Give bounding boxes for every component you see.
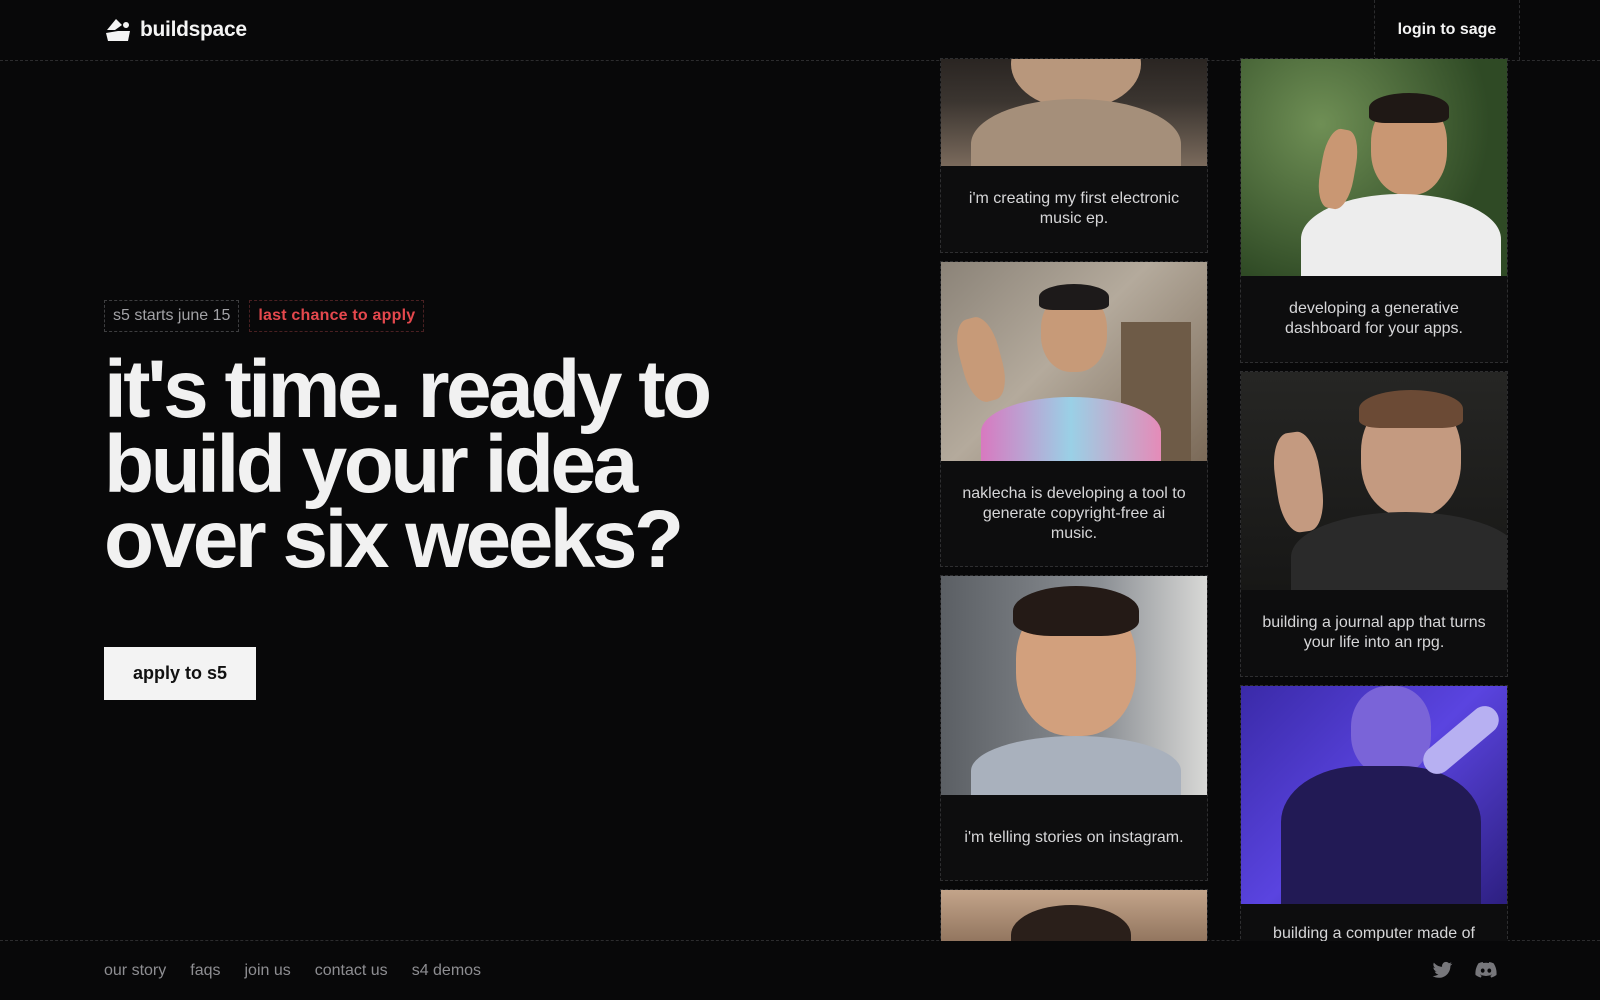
story-photo	[941, 262, 1207, 461]
story-caption: building a journal app that turns your l…	[1262, 614, 1486, 651]
story-card-dashboard[interactable]: developing a generative dashboard for yo…	[1240, 58, 1508, 363]
story-card-music[interactable]: i'm creating my first electronic music e…	[940, 58, 1208, 253]
footer-link-faqs[interactable]: faqs	[190, 962, 220, 980]
story-photo	[941, 576, 1207, 795]
story-card-partial[interactable]	[940, 889, 1208, 949]
story-photo	[941, 59, 1207, 166]
last-chance-tag: last chance to apply	[249, 300, 425, 332]
start-date-tag: s5 starts june 15	[104, 300, 240, 332]
story-photo	[1241, 372, 1507, 590]
brand-name: buildspace	[140, 18, 247, 41]
story-photo	[1241, 59, 1507, 276]
footer-link-join-us[interactable]: join us	[245, 962, 291, 980]
apply-button[interactable]: apply to s5	[104, 647, 256, 700]
twitter-icon[interactable]	[1430, 958, 1454, 982]
story-photo	[1241, 686, 1507, 904]
story-caption: naklecha is developing a tool to generat…	[962, 484, 1186, 542]
story-caption: developing a generative dashboard for yo…	[1285, 300, 1463, 337]
login-to-sage-link[interactable]: login to sage	[1374, 0, 1520, 60]
footer: our story faqs join us contact us s4 dem…	[0, 941, 1600, 1000]
story-caption: i'm creating my first electronic music e…	[968, 190, 1180, 227]
discord-icon[interactable]	[1474, 958, 1498, 982]
hero-headline: it's time. ready to build your idea over…	[104, 344, 824, 585]
headline-line-3: over six weeks?	[104, 494, 684, 585]
story-card-instagram[interactable]: i'm telling stories on instagram.	[940, 575, 1208, 881]
story-caption: i'm telling stories on instagram.	[964, 828, 1184, 846]
headline-line-2: build your idea	[104, 419, 638, 510]
buildspace-logo-icon	[106, 19, 130, 41]
headline-line-1: it's time. ready to	[104, 344, 712, 435]
footer-link-contact-us[interactable]: contact us	[315, 962, 388, 980]
story-card-journal[interactable]: building a journal app that turns your l…	[1240, 371, 1508, 677]
hero-tags: s5 starts june 15 last chance to apply	[104, 300, 425, 332]
top-nav: buildspace login to sage	[0, 0, 1600, 60]
story-card-computer[interactable]: building a computer made of	[1240, 685, 1508, 949]
footer-links: our story faqs join us contact us s4 dem…	[104, 941, 481, 1000]
footer-link-our-story[interactable]: our story	[104, 962, 166, 980]
story-card-ai-music[interactable]: naklecha is developing a tool to generat…	[940, 261, 1208, 567]
brand-logo[interactable]: buildspace	[104, 17, 247, 43]
footer-link-s4-demos[interactable]: s4 demos	[412, 962, 481, 980]
